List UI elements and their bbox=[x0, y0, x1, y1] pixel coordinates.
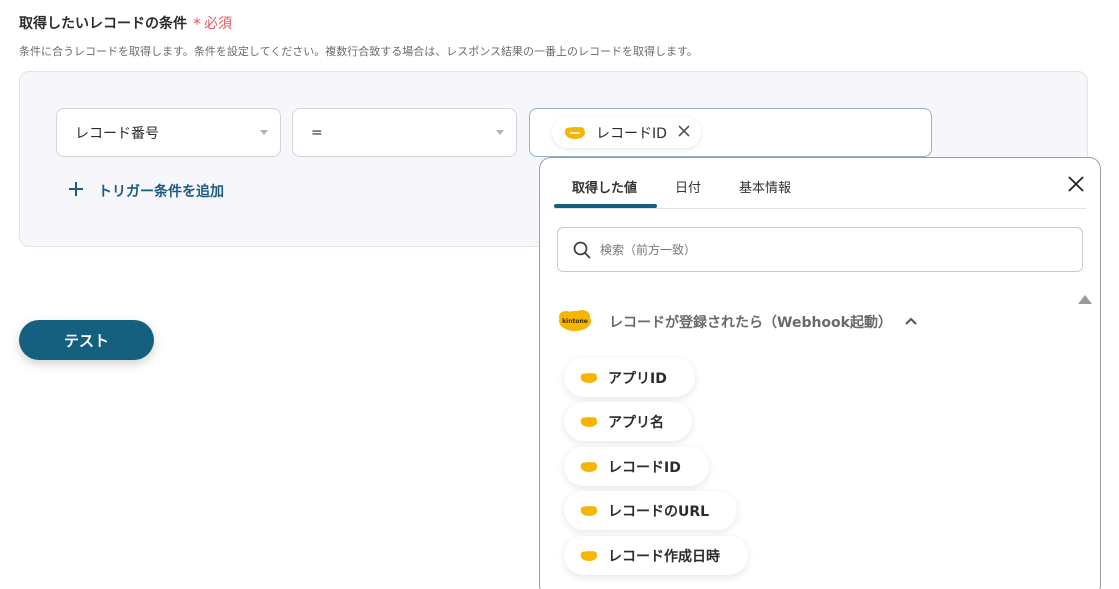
popup-tabs: 取得した値 日付 基本情報 bbox=[554, 158, 1086, 209]
kintone-logo-icon bbox=[580, 372, 598, 384]
chevron-up-icon bbox=[904, 314, 918, 330]
group-label: レコードが登録されたら（Webhook起動） bbox=[609, 315, 892, 331]
scroll-up-arrow[interactable] bbox=[1078, 295, 1092, 304]
section-title: 取得したいレコードの条件 * 必須 bbox=[19, 13, 232, 33]
value-input[interactable]: レコードID bbox=[529, 108, 932, 157]
list-item-record-created-at[interactable]: レコード作成日時 bbox=[564, 536, 748, 575]
kintone-logo-icon bbox=[580, 416, 598, 428]
group-header[interactable]: kintone レコードが登録されたら（Webhook起動） bbox=[557, 308, 918, 336]
operator-select-value: = bbox=[311, 124, 323, 141]
list-item-record-url[interactable]: レコードのURL bbox=[564, 491, 738, 530]
list-item-record-id[interactable]: レコードID bbox=[564, 447, 709, 486]
required-star: * bbox=[193, 13, 201, 33]
list-item-app-name[interactable]: アプリ名 bbox=[564, 402, 692, 441]
kintone-logo-text: kintone bbox=[562, 318, 588, 325]
chevron-down-icon bbox=[496, 130, 504, 135]
remove-chip-icon[interactable] bbox=[677, 124, 691, 142]
tab-acquired-values[interactable]: 取得した値 bbox=[572, 177, 637, 196]
section-description: 条件に合うレコードを取得します。条件を設定してください。複数行合致する場合は、レ… bbox=[19, 45, 698, 58]
field-select-value: レコード番号 bbox=[75, 125, 159, 142]
required-label: 必須 bbox=[204, 16, 232, 32]
chevron-down-icon bbox=[260, 130, 268, 135]
close-icon[interactable] bbox=[1066, 174, 1086, 194]
search-placeholder: 検索（前方一致） bbox=[600, 243, 697, 257]
add-trigger-label: トリガー条件を追加 bbox=[98, 184, 224, 200]
search-input[interactable]: 検索（前方一致） bbox=[557, 227, 1083, 272]
operator-select[interactable]: = bbox=[292, 108, 517, 157]
field-select[interactable]: レコード番号 bbox=[56, 108, 281, 157]
list-item-label: レコード作成日時 bbox=[608, 548, 720, 565]
kintone-logo-icon bbox=[564, 126, 586, 140]
list-item-label: レコードのURL bbox=[608, 503, 710, 520]
list-item-label: アプリ名 bbox=[608, 414, 664, 431]
kintone-logo-icon bbox=[580, 461, 598, 473]
list-item-label: アプリID bbox=[608, 370, 667, 387]
test-button[interactable]: テスト bbox=[19, 320, 154, 360]
search-icon bbox=[573, 241, 591, 259]
active-tab-indicator bbox=[554, 204, 657, 208]
value-chip[interactable]: レコードID bbox=[552, 117, 701, 148]
value-picker-popup: 取得した値 日付 基本情報 検索（前方一致） kintone レコードが登録され… bbox=[539, 157, 1101, 589]
plus-icon bbox=[68, 180, 84, 202]
tab-basic-info[interactable]: 基本情報 bbox=[739, 177, 791, 196]
kintone-logo-icon bbox=[580, 505, 598, 517]
list-item-app-id[interactable]: アプリID bbox=[564, 358, 695, 397]
tab-date[interactable]: 日付 bbox=[675, 177, 701, 196]
required-badge: * 必須 bbox=[193, 13, 232, 33]
list-item-label: レコードID bbox=[608, 459, 681, 476]
add-trigger-condition-button[interactable]: トリガー条件を追加 bbox=[68, 180, 224, 202]
section-title-text: 取得したいレコードの条件 bbox=[19, 16, 187, 32]
kintone-logo-icon: kintone bbox=[557, 308, 593, 336]
value-chip-label: レコードID bbox=[596, 125, 667, 142]
kintone-logo-icon bbox=[580, 550, 598, 562]
